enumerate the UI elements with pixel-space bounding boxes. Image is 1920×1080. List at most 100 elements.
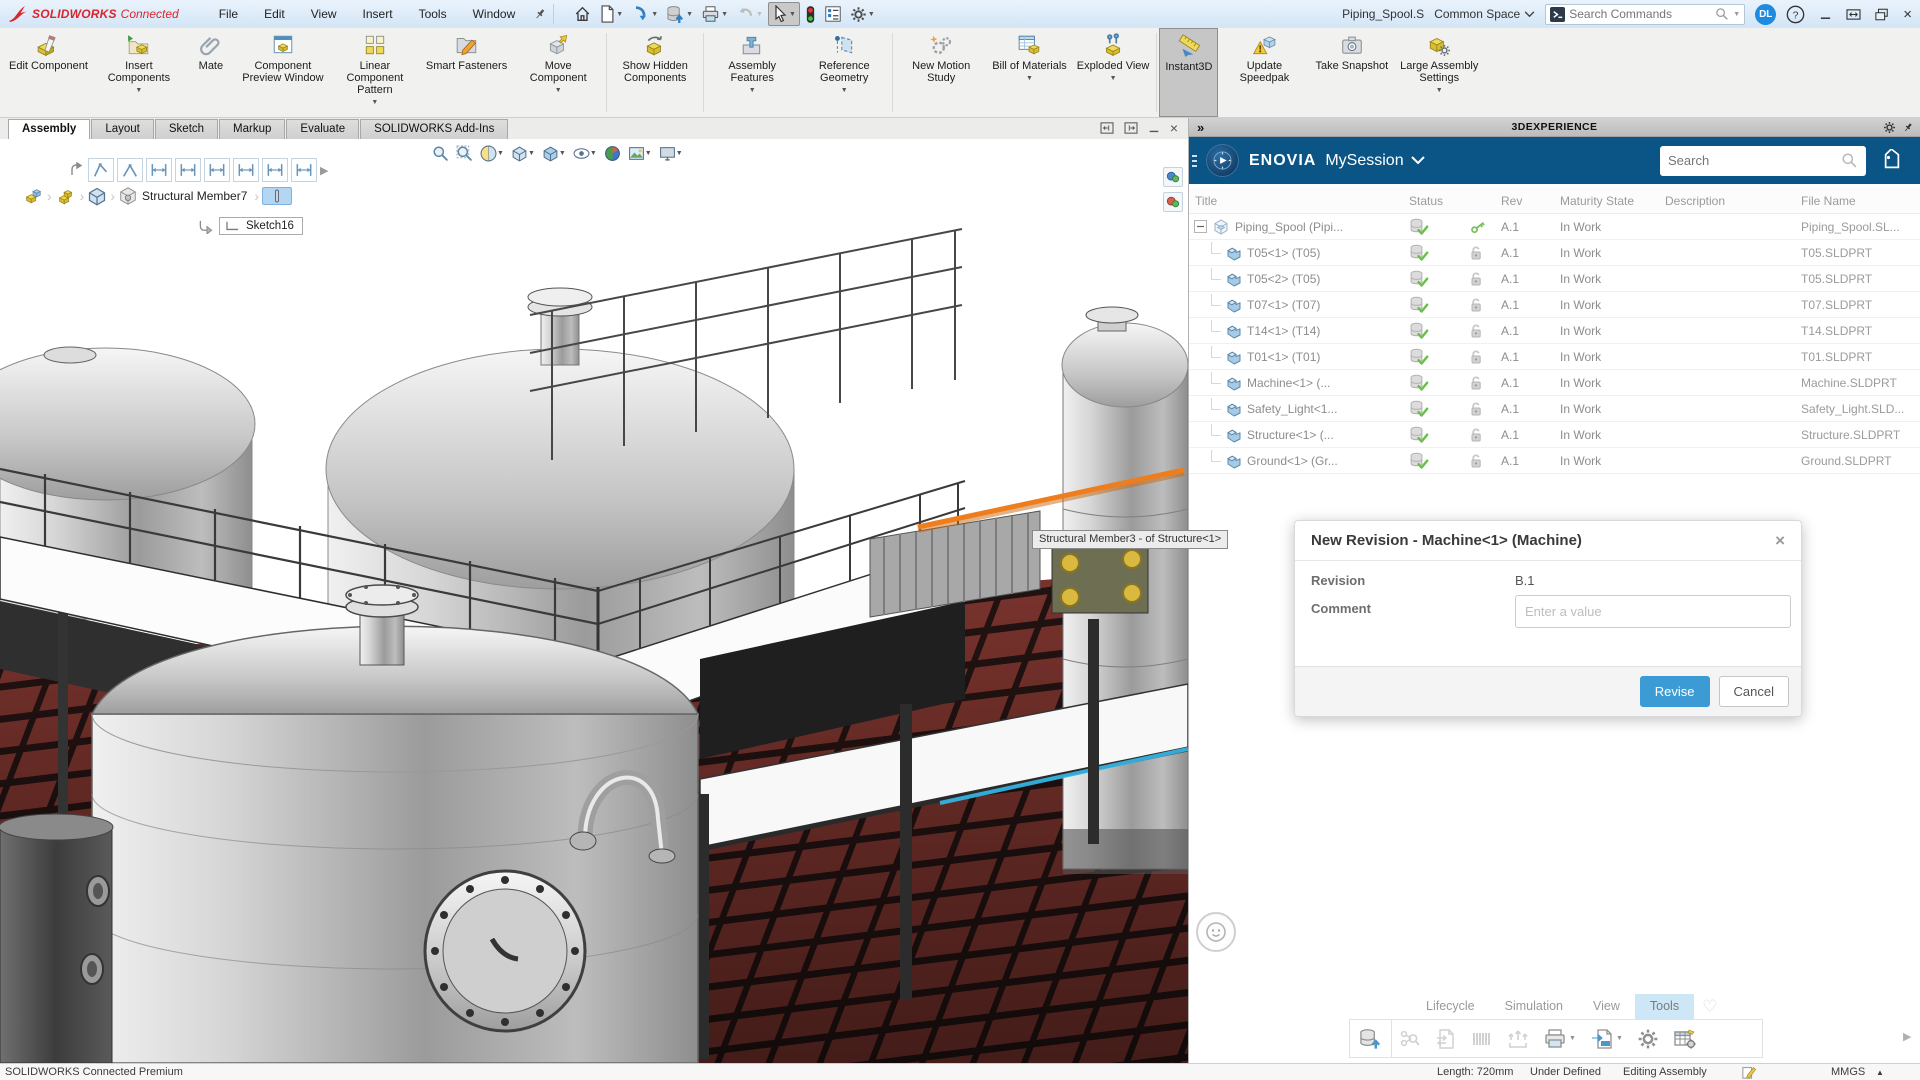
edit-appearance-icon[interactable] [602, 143, 623, 164]
explore-relations-button[interactable] [1392, 1024, 1428, 1054]
tab-simulation[interactable]: Simulation [1490, 994, 1578, 1019]
tab-assembly[interactable]: Assembly [8, 119, 91, 139]
dock-pane-right-icon[interactable] [1124, 122, 1138, 134]
minimize-pane-icon[interactable] [1148, 122, 1160, 134]
zoom-fit-icon[interactable] [430, 143, 451, 164]
tab-markup[interactable]: Markup [219, 119, 286, 139]
app-drawer-icon[interactable] [1192, 154, 1200, 167]
breadcrumb-selected-sketch[interactable] [262, 187, 293, 205]
table-row[interactable]: T14<1> (T14) A.1 In Work T14.SLDPRT [1189, 318, 1920, 344]
save-button[interactable]: ▼ [663, 2, 696, 26]
tab-tools[interactable]: Tools [1634, 994, 1695, 1019]
search-commands-input[interactable] [1569, 7, 1712, 21]
dock-pane-left-icon[interactable] [1100, 122, 1114, 134]
mate-button[interactable]: Mate [185, 28, 237, 117]
component-preview-window-button[interactable]: Component Preview Window [237, 28, 329, 117]
print-button[interactable]: ▼ [698, 2, 731, 26]
table-row[interactable]: T07<1> (T07) A.1 In Work T07.SLDPRT [1189, 292, 1920, 318]
menu-tools[interactable]: Tools [407, 4, 459, 24]
save-to-3dexperience-button[interactable] [1350, 1020, 1392, 1057]
mouse-gestures-assistant-icon[interactable] [1196, 912, 1236, 952]
view-orientation-icon[interactable]: ▼ [509, 143, 537, 164]
close-icon[interactable]: × [1903, 6, 1912, 23]
body-crumb-icon[interactable] [87, 186, 107, 206]
part-crumb-icon[interactable] [55, 186, 77, 206]
relation-angle-button[interactable] [88, 158, 114, 182]
zoom-area-icon[interactable] [454, 143, 475, 164]
sketch-chip-box[interactable]: Sketch16 [219, 217, 303, 235]
pin-menu-icon[interactable] [533, 7, 547, 21]
tab-evaluate[interactable]: Evaluate [286, 119, 360, 139]
menu-file[interactable]: File [207, 4, 250, 24]
large-assembly-settings-button[interactable]: Large Assembly Settings ▼ [1393, 28, 1485, 117]
relation-distance-button[interactable] [146, 158, 172, 182]
table-columns-settings-button[interactable] [1666, 1024, 1704, 1054]
menu-view[interactable]: View [299, 4, 349, 24]
move-component-button[interactable]: Move Component ▼ [512, 28, 604, 117]
section-view-icon[interactable]: ▼ [478, 143, 506, 164]
select-tool-button[interactable]: ▼ [767, 2, 800, 26]
hide-show-items-icon[interactable]: ▼ [571, 143, 599, 164]
cancel-button[interactable]: Cancel [1718, 676, 1789, 707]
relation-distance-button[interactable] [291, 158, 317, 182]
edit-component-button[interactable]: Edit Component [4, 28, 93, 117]
undo-button[interactable]: ▼ [733, 2, 766, 26]
user-avatar[interactable]: DL [1755, 3, 1777, 25]
restore-icon[interactable] [1875, 8, 1889, 21]
exploded-view-button[interactable]: Exploded View ▼ [1072, 28, 1155, 117]
apply-scene-icon[interactable]: ▼ [626, 143, 654, 164]
show-hidden-components-button[interactable]: Show Hidden Components [609, 28, 701, 117]
menu-edit[interactable]: Edit [252, 4, 297, 24]
compare-document-button[interactable] [1428, 1024, 1464, 1054]
column-description[interactable]: Description [1659, 194, 1795, 208]
bill-of-materials-button[interactable]: Bill of Materials ▼ [987, 28, 1072, 117]
panel-search-input[interactable] [1668, 153, 1835, 168]
session-chevron-icon[interactable] [1410, 156, 1425, 165]
panel-search-box[interactable] [1660, 145, 1866, 176]
table-row[interactable]: Machine<1> (... A.1 In Work Machine.SLDP… [1189, 370, 1920, 396]
menu-window[interactable]: Window [461, 4, 528, 24]
settings-gear-button[interactable]: ▼ [847, 2, 878, 26]
graphics-viewport[interactable]: ▼ ▼ ▼ ▼ ▼ ▼ ▶ › › › Structural Member7 ›… [0, 139, 1188, 1063]
command-search-box[interactable]: ▼ [1545, 3, 1746, 25]
expand-panel-icon[interactable]: » [1197, 120, 1204, 135]
column-file[interactable]: File Name [1795, 194, 1920, 208]
table-row[interactable]: Structure<1> (... A.1 In Work Structure.… [1189, 422, 1920, 448]
tab-lifecycle[interactable]: Lifecycle [1411, 994, 1490, 1019]
take-snapshot-button[interactable]: Take Snapshot [1310, 28, 1393, 117]
column-status[interactable]: Status [1395, 194, 1467, 208]
table-row[interactable]: T05<1> (T05) A.1 In Work T05.SLDPRT [1189, 240, 1920, 266]
update-speedpak-button[interactable]: Update Speedpak [1218, 28, 1310, 117]
tags-icon[interactable] [1880, 148, 1904, 173]
interference-traffic-light-icon[interactable] [802, 2, 819, 26]
toolbar-overflow-icon[interactable]: ▶ [1903, 1030, 1911, 1043]
comment-input[interactable] [1515, 595, 1791, 628]
menu-insert[interactable]: Insert [351, 4, 405, 24]
open-button[interactable]: ▼ [628, 2, 661, 26]
tab-layout[interactable]: Layout [91, 119, 154, 139]
table-row[interactable]: Safety_Light<1... A.1 In Work Safety_Lig… [1189, 396, 1920, 422]
view-settings-icon[interactable]: ▼ [657, 143, 685, 164]
table-row-root[interactable]: Piping_Spool (Pipi... A.1 In Work Piping… [1189, 214, 1920, 240]
search-icon[interactable] [1841, 152, 1858, 169]
display-style-icon[interactable]: ▼ [540, 143, 568, 164]
collapse-toggle-icon[interactable] [1194, 220, 1207, 233]
table-row[interactable]: T05<2> (T05) A.1 In Work T05.SLDPRT [1189, 266, 1920, 292]
options-list-button[interactable] [821, 2, 845, 26]
column-rev[interactable]: Rev [1495, 194, 1554, 208]
insert-components-button[interactable]: Insert Components ▼ [93, 28, 185, 117]
help-icon[interactable]: ? [1786, 5, 1805, 24]
flyout-arrow-icon[interactable] [69, 162, 85, 178]
toolbar-settings-gear-icon[interactable] [1630, 1024, 1666, 1054]
minimize-icon[interactable] [1819, 8, 1832, 21]
share-content-button[interactable] [1500, 1024, 1536, 1054]
panel-pin-icon[interactable] [1902, 121, 1914, 134]
favorites-heart-icon[interactable]: ♡ [1702, 997, 1717, 1017]
new-motion-study-button[interactable]: New Motion Study [895, 28, 987, 117]
assembly-crumb-icon[interactable] [22, 186, 44, 206]
instant3d-button[interactable]: Instant3D [1159, 28, 1219, 117]
units-selector[interactable]: MMGS [1831, 1066, 1865, 1078]
search-icon[interactable] [1715, 7, 1729, 21]
search-scope-dropdown[interactable]: ▼ [1733, 11, 1740, 18]
tab-solidworks-add-ins[interactable]: SOLIDWORKS Add-Ins [360, 119, 509, 139]
